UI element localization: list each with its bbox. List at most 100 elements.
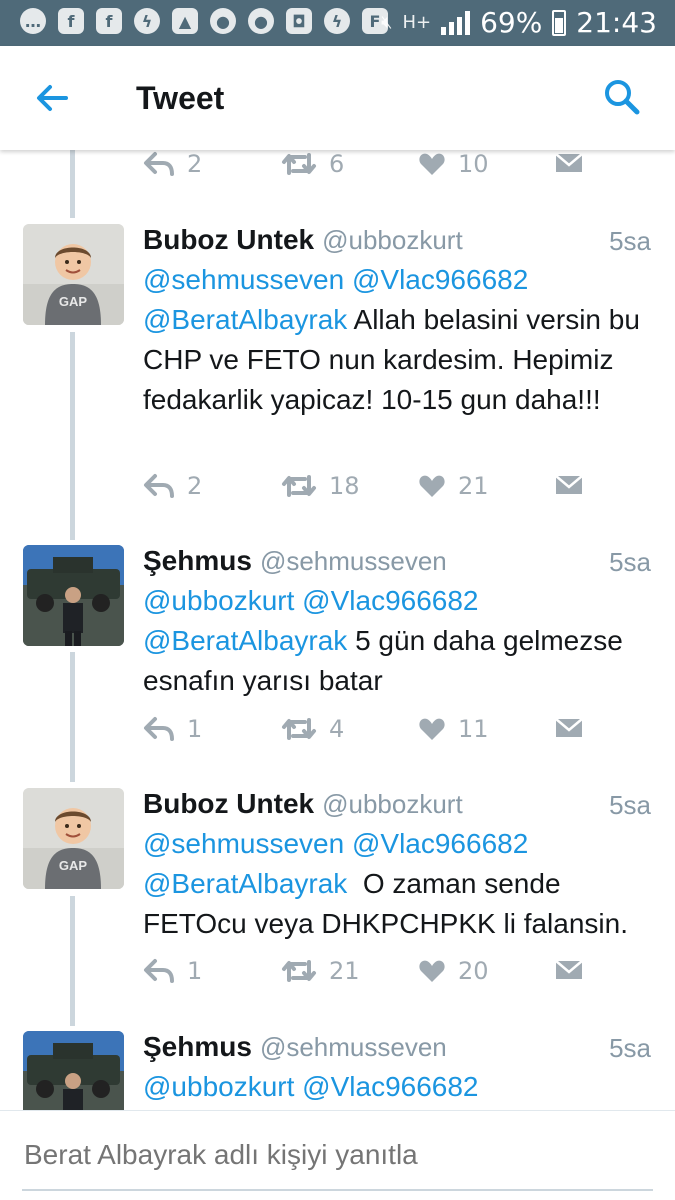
mention-link[interactable]: @sehmusseven bbox=[143, 828, 344, 859]
network-type: H+ bbox=[402, 12, 432, 33]
battery-icon bbox=[552, 9, 567, 36]
direct-message-button[interactable] bbox=[554, 957, 584, 983]
svg-text:GAP: GAP bbox=[59, 294, 88, 309]
author-handle: @ubbozkurt bbox=[322, 225, 463, 255]
direct-message-button[interactable] bbox=[554, 715, 584, 741]
tweet-author[interactable]: Şehmus @sehmusseven bbox=[143, 1031, 447, 1063]
system-indicators: 🔇︎ H+ 69% 21:43 bbox=[381, 6, 657, 39]
reply-button[interactable]: 1 bbox=[143, 957, 202, 985]
mention-link[interactable]: @Vlac966682 bbox=[352, 828, 528, 859]
reply-icon bbox=[144, 152, 174, 176]
reply-count: 1 bbox=[187, 715, 203, 743]
tweet-time: 5sa bbox=[609, 1033, 651, 1063]
messenger-icon: ϟ bbox=[324, 8, 350, 34]
search-button[interactable] bbox=[599, 74, 645, 120]
mention-link[interactable]: @ubbozkurt bbox=[143, 1071, 294, 1102]
like-button[interactable]: 10 bbox=[418, 150, 489, 178]
mention-link[interactable]: @BeratAlbayrak bbox=[143, 304, 347, 335]
facebook-icon: f bbox=[58, 8, 84, 34]
reply-icon bbox=[144, 959, 174, 983]
envelope-icon bbox=[555, 718, 583, 737]
retweet-button[interactable]: 18 bbox=[281, 472, 360, 500]
tweet-author[interactable]: Buboz Untek @ubbozkurt bbox=[143, 788, 463, 820]
like-button[interactable]: 20 bbox=[418, 957, 489, 985]
avatar-photo bbox=[23, 545, 124, 646]
author-name: Buboz Untek bbox=[143, 224, 315, 255]
like-button[interactable]: 11 bbox=[418, 715, 489, 743]
mention-link[interactable]: @sehmusseven bbox=[143, 264, 344, 295]
author-handle: @sehmusseven bbox=[259, 546, 447, 576]
envelope-icon bbox=[555, 960, 583, 979]
reply-count: 1 bbox=[187, 957, 203, 985]
retweet-icon bbox=[282, 153, 316, 175]
envelope-icon bbox=[555, 475, 583, 494]
app-bar: Tweet bbox=[0, 46, 675, 150]
tweet-actions: 2 18 21 bbox=[143, 472, 603, 508]
like-count: 11 bbox=[458, 715, 489, 743]
like-count: 20 bbox=[458, 957, 489, 985]
tweet-actions: 1 4 11 bbox=[143, 715, 603, 751]
retweet-button[interactable]: 6 bbox=[281, 150, 344, 178]
avatar[interactable]: GAP bbox=[23, 788, 124, 889]
avatar-photo: GAP bbox=[23, 788, 124, 889]
reply-input[interactable] bbox=[24, 1139, 652, 1171]
retweet-button[interactable]: 21 bbox=[281, 957, 360, 985]
envelope-icon bbox=[555, 153, 583, 172]
direct-message-button[interactable] bbox=[554, 472, 584, 498]
signal-icon bbox=[441, 10, 471, 35]
back-button[interactable] bbox=[30, 76, 74, 120]
like-button[interactable]: 21 bbox=[418, 472, 489, 500]
mention-link[interactable]: @BeratAlbayrak bbox=[143, 868, 347, 899]
camera-icon: ◘ bbox=[286, 8, 312, 34]
heart-icon bbox=[419, 960, 445, 982]
avatar[interactable] bbox=[23, 545, 124, 646]
author-handle: @ubbozkurt bbox=[322, 789, 463, 819]
tweet-author[interactable]: Şehmus @sehmusseven bbox=[143, 545, 447, 577]
mention-link[interactable]: @BeratAlbayrak bbox=[143, 625, 347, 656]
tweet-time: 5sa bbox=[609, 547, 651, 577]
battery-percent: 69% bbox=[480, 6, 543, 39]
mention-link[interactable]: @ubbozkurt bbox=[143, 585, 294, 616]
tweet-text: @ubbozkurt @Vlac966682 bbox=[143, 1067, 653, 1107]
retweet-count: 21 bbox=[329, 957, 360, 985]
status-bar: … f f ϟ ▲ ● ● ◘ ϟ F 🔇︎ H+ 69% 21:43 bbox=[0, 0, 675, 46]
mute-icon: 🔇︎ bbox=[381, 12, 393, 33]
facebook-icon: f bbox=[96, 8, 122, 34]
mention-link[interactable]: @Vlac966682 bbox=[352, 264, 528, 295]
retweet-count: 4 bbox=[329, 715, 345, 743]
mention-link[interactable]: @Vlac966682 bbox=[302, 585, 478, 616]
reply-bar bbox=[0, 1110, 675, 1200]
retweet-button[interactable]: 4 bbox=[281, 715, 344, 743]
reply-button[interactable]: 2 bbox=[143, 150, 202, 178]
like-count: 10 bbox=[458, 150, 489, 178]
author-name: Buboz Untek bbox=[143, 788, 315, 819]
heart-icon bbox=[419, 718, 445, 740]
avatar-photo: GAP bbox=[23, 224, 124, 325]
retweet-icon bbox=[282, 475, 316, 497]
tweet-text: @ubbozkurt @Vlac966682 @BeratAlbayrak 5 g… bbox=[143, 581, 653, 701]
search-icon bbox=[605, 80, 640, 115]
avatar[interactable]: GAP bbox=[23, 224, 124, 325]
retweet-count: 18 bbox=[329, 472, 360, 500]
arrow-left-icon bbox=[37, 85, 68, 111]
direct-message-button[interactable] bbox=[554, 150, 584, 176]
notification-icons: … f f ϟ ▲ ● ● ◘ ϟ F bbox=[20, 8, 388, 34]
author-name: Şehmus bbox=[143, 1031, 252, 1062]
tweet-actions: 2 6 10 bbox=[143, 150, 603, 186]
like-count: 21 bbox=[458, 472, 489, 500]
author-handle: @sehmusseven bbox=[259, 1032, 447, 1062]
tweet-time: 5sa bbox=[609, 226, 651, 256]
retweet-icon bbox=[282, 960, 316, 982]
reply-count: 2 bbox=[187, 150, 203, 178]
reply-button[interactable]: 1 bbox=[143, 715, 202, 743]
mention-link[interactable]: @Vlac966682 bbox=[302, 1071, 478, 1102]
reply-icon bbox=[144, 474, 174, 498]
tweet-text: @sehmusseven @Vlac966682 @BeratAlbayrak O… bbox=[143, 824, 653, 944]
tweet-author[interactable]: Buboz Untek @ubbozkurt bbox=[143, 224, 463, 256]
location-icon: ● bbox=[248, 8, 274, 34]
thread-line bbox=[70, 150, 75, 218]
heart-icon bbox=[419, 475, 445, 497]
retweet-count: 6 bbox=[329, 150, 345, 178]
reply-button[interactable]: 2 bbox=[143, 472, 202, 500]
heart-icon bbox=[419, 153, 445, 175]
